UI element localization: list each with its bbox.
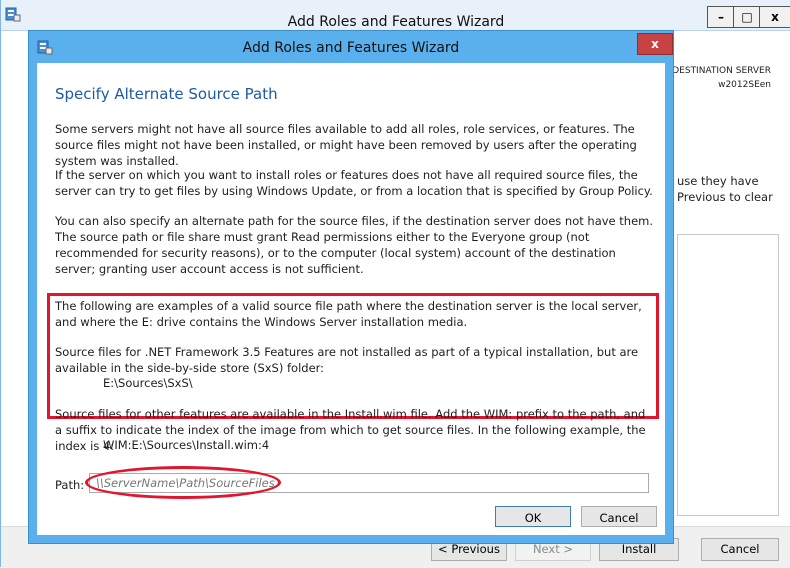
alternate-source-dialog: Add Roles and Features Wizard x Specify … — [28, 30, 674, 544]
maximize-button[interactable]: □ — [733, 6, 761, 28]
ok-button[interactable]: OK — [495, 506, 571, 527]
sxs-paragraph: Source files for .NET Framework 3.5 Feat… — [55, 345, 639, 375]
examples-paragraph: The following are examples of a valid so… — [55, 299, 642, 329]
minimize-button[interactable]: – — [707, 6, 735, 28]
dialog-title: Add Roles and Features Wizard — [242, 40, 460, 56]
dialog-close-button[interactable]: x — [637, 33, 673, 55]
destination-server-name: w2012SEen — [718, 80, 771, 90]
background-partial-text: use they have — [677, 174, 759, 188]
background-partial-text: Previous to clear — [677, 190, 773, 204]
background-close-button[interactable]: x — [759, 6, 790, 28]
background-cancel-button[interactable]: Cancel — [701, 538, 779, 561]
sxs-path-example: E:\Sources\SxS\ — [103, 376, 193, 390]
background-titlebar: Add Roles and Features Wizard – □ x — [1, 0, 790, 31]
path-input[interactable] — [89, 473, 649, 493]
cancel-button[interactable]: Cancel — [581, 506, 657, 527]
page-heading: Specify Alternate Source Path — [55, 85, 278, 103]
info-paragraph: Some servers might not have all source f… — [55, 122, 637, 168]
wim-path-example: WIM:E:\Sources\Install.wim:4 — [103, 438, 270, 452]
info-paragraph: If the server on which you want to insta… — [55, 168, 653, 198]
path-label: Path: — [55, 478, 85, 492]
info-paragraph: You can also specify an alternate path f… — [55, 214, 654, 276]
background-content-panel — [677, 234, 779, 516]
background-window-title: Add Roles and Features Wizard — [287, 14, 505, 30]
destination-server-label: DESTINATION SERVER — [672, 66, 771, 76]
dialog-titlebar[interactable]: Add Roles and Features Wizard x — [29, 31, 673, 63]
dialog-content: Specify Alternate Source Path Some serve… — [37, 63, 665, 535]
